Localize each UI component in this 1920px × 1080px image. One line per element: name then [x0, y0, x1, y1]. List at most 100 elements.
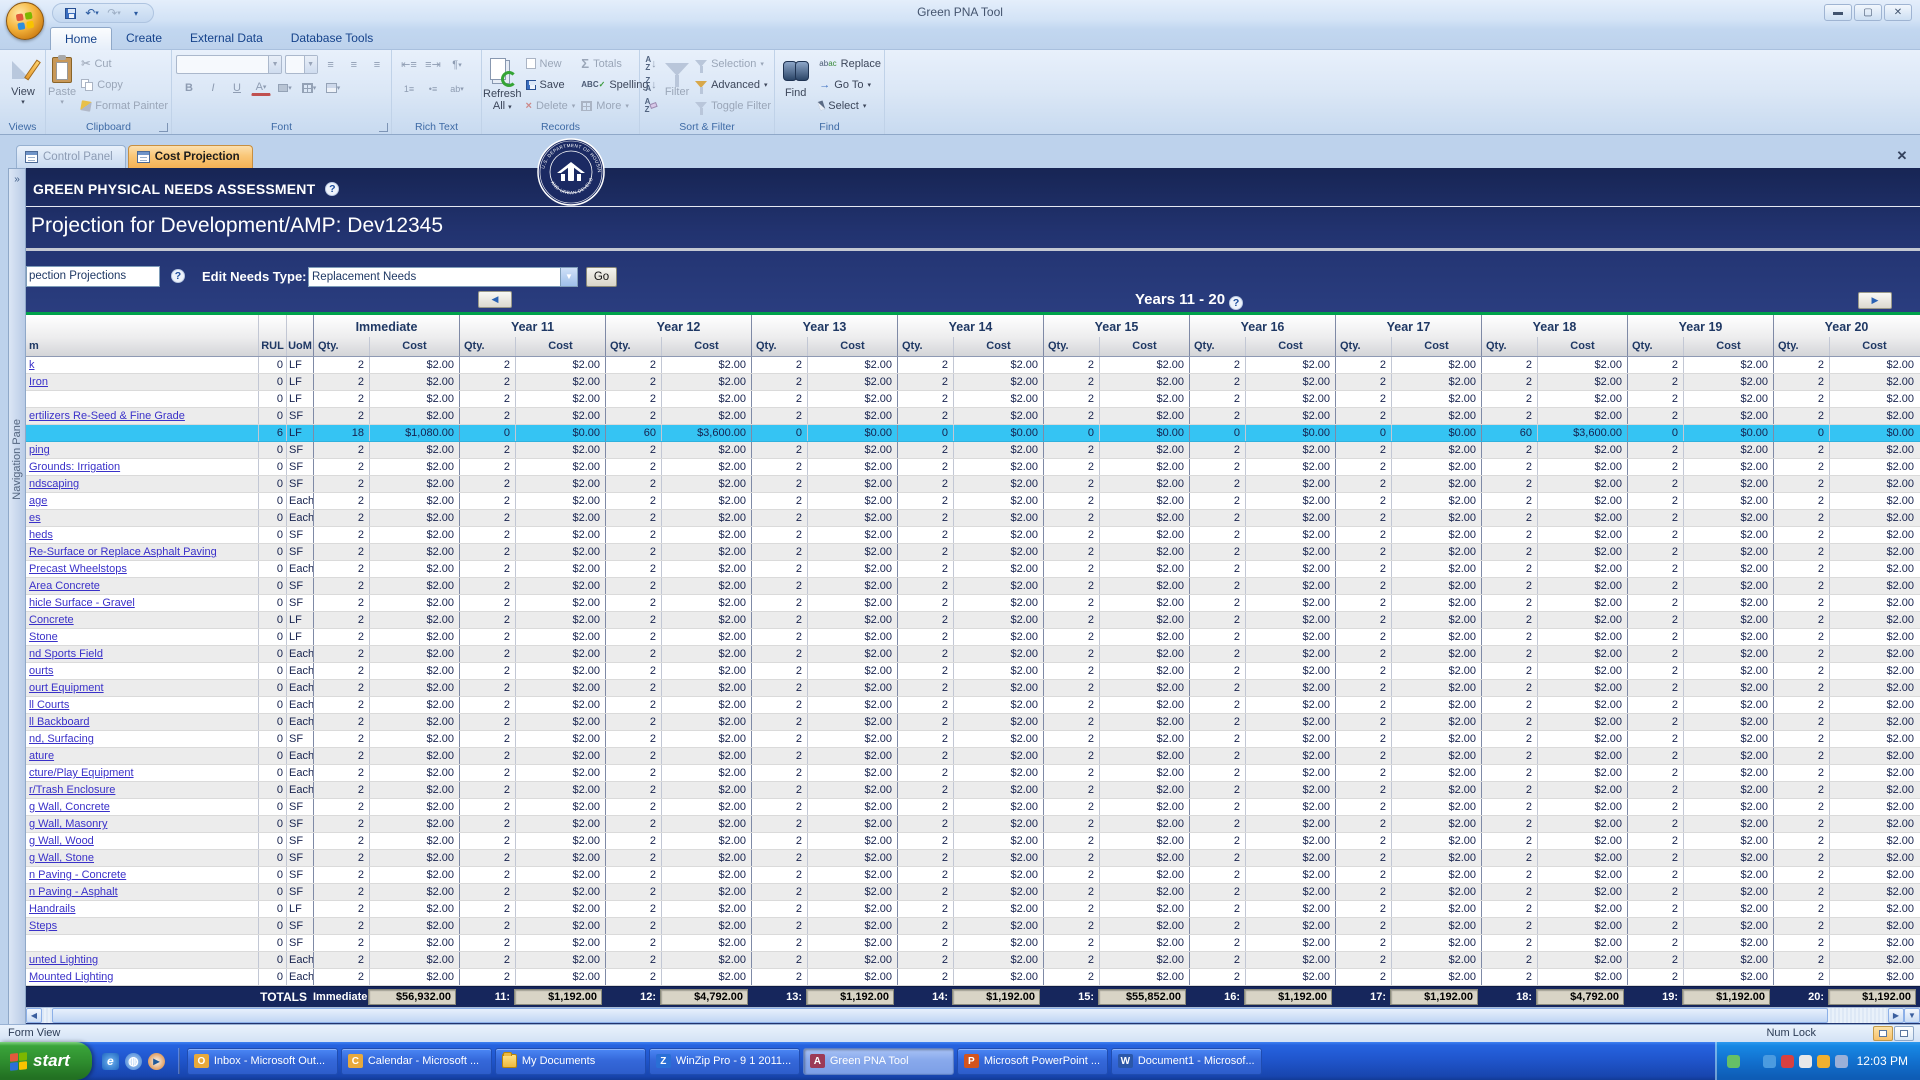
cost-cell[interactable]: $2.00: [807, 901, 897, 917]
cost-cell[interactable]: $0.00: [807, 425, 897, 441]
cost-cell[interactable]: $2.00: [515, 510, 605, 526]
cost-cell[interactable]: $2.00: [1829, 510, 1919, 526]
qty-cell[interactable]: 2: [897, 663, 953, 679]
cost-cell[interactable]: $2.00: [1245, 833, 1335, 849]
item-link[interactable]: Area Concrete: [29, 580, 100, 592]
qty-column-header[interactable]: Qty.: [459, 337, 515, 356]
font-size-combo[interactable]: ▼: [285, 55, 318, 74]
cost-column-header[interactable]: Cost: [1391, 337, 1481, 356]
qty-cell[interactable]: 2: [1043, 391, 1099, 407]
cost-cell[interactable]: $2.00: [807, 544, 897, 560]
underline-button[interactable]: U: [227, 78, 247, 97]
cost-cell[interactable]: $2.00: [953, 595, 1043, 611]
cost-cell[interactable]: $2.00: [1099, 374, 1189, 390]
cost-cell[interactable]: $2.00: [807, 646, 897, 662]
cost-cell[interactable]: $2.00: [1099, 697, 1189, 713]
cost-cell[interactable]: $2.00: [1245, 918, 1335, 934]
qty-cell[interactable]: 2: [605, 493, 661, 509]
cost-cell[interactable]: $2.00: [1537, 442, 1627, 458]
qty-cell[interactable]: 2: [1189, 816, 1245, 832]
cost-cell[interactable]: $2.00: [1537, 714, 1627, 730]
qty-cell[interactable]: 2: [459, 442, 515, 458]
qty-cell[interactable]: 2: [1335, 765, 1391, 781]
cost-cell[interactable]: $2.00: [1245, 612, 1335, 628]
qty-cell[interactable]: 2: [1773, 867, 1829, 883]
cost-cell[interactable]: $2.00: [807, 731, 897, 747]
qty-cell[interactable]: 2: [897, 493, 953, 509]
item-link[interactable]: g Wall, Stone: [29, 852, 94, 864]
cost-cell[interactable]: $2.00: [1683, 731, 1773, 747]
cost-cell[interactable]: $2.00: [953, 357, 1043, 373]
item-link[interactable]: ertilizers Re-Seed & Fine Grade: [29, 410, 185, 422]
tray-icon[interactable]: [1835, 1055, 1848, 1068]
year-group-header[interactable]: Year 19: [1627, 315, 1773, 337]
qty-cell[interactable]: 2: [459, 544, 515, 560]
cost-cell[interactable]: $2.00: [1537, 408, 1627, 424]
cost-cell[interactable]: $2.00: [515, 646, 605, 662]
cost-cell[interactable]: $2.00: [1683, 578, 1773, 594]
cost-cell[interactable]: $2.00: [1391, 680, 1481, 696]
cost-cell[interactable]: $2.00: [661, 884, 751, 900]
qty-cell[interactable]: 2: [313, 765, 369, 781]
taskbar-task-button[interactable]: CCalendar - Microsoft ...: [341, 1048, 492, 1075]
qty-cell[interactable]: 2: [1043, 884, 1099, 900]
qty-cell[interactable]: 2: [1627, 935, 1683, 951]
cost-cell[interactable]: $2.00: [807, 748, 897, 764]
cost-cell[interactable]: $2.00: [1683, 816, 1773, 832]
qty-cell[interactable]: 2: [751, 867, 807, 883]
cost-cell[interactable]: $2.00: [1537, 612, 1627, 628]
cost-cell[interactable]: $2.00: [1683, 714, 1773, 730]
tab-cost-projection[interactable]: Cost Projection: [128, 145, 253, 168]
qty-cell[interactable]: 2: [313, 646, 369, 662]
qty-cell[interactable]: 2: [1189, 374, 1245, 390]
cost-cell[interactable]: $2.00: [1683, 782, 1773, 798]
cost-cell[interactable]: $2.00: [1829, 748, 1919, 764]
qty-cell[interactable]: 2: [1335, 493, 1391, 509]
qty-cell[interactable]: 2: [1043, 833, 1099, 849]
cost-cell[interactable]: $2.00: [1683, 765, 1773, 781]
cost-cell[interactable]: $2.00: [1099, 391, 1189, 407]
cost-cell[interactable]: $2.00: [807, 459, 897, 475]
year-group-header[interactable]: Year 14: [897, 315, 1043, 337]
qty-cell[interactable]: 2: [605, 476, 661, 492]
cost-cell[interactable]: $2.00: [1829, 408, 1919, 424]
cost-cell[interactable]: $2.00: [1683, 527, 1773, 543]
qty-cell[interactable]: 2: [751, 527, 807, 543]
qty-cell[interactable]: 2: [897, 544, 953, 560]
qty-cell[interactable]: 2: [1481, 714, 1537, 730]
qty-cell[interactable]: 2: [751, 935, 807, 951]
cost-cell[interactable]: $2.00: [953, 884, 1043, 900]
qty-cell[interactable]: 2: [1043, 731, 1099, 747]
cost-cell[interactable]: $2.00: [369, 697, 459, 713]
qty-cell[interactable]: 2: [459, 833, 515, 849]
qty-cell[interactable]: 2: [605, 765, 661, 781]
cost-cell[interactable]: $2.00: [1829, 833, 1919, 849]
cost-cell[interactable]: $2.00: [1099, 629, 1189, 645]
cost-cell[interactable]: $2.00: [953, 680, 1043, 696]
tray-icon[interactable]: [1727, 1055, 1740, 1068]
qty-cell[interactable]: 2: [1627, 833, 1683, 849]
qty-cell[interactable]: 2: [751, 680, 807, 696]
cost-cell[interactable]: $2.00: [953, 748, 1043, 764]
cost-cell[interactable]: $2.00: [1537, 697, 1627, 713]
qty-cell[interactable]: 2: [1043, 765, 1099, 781]
qty-cell[interactable]: 2: [1481, 918, 1537, 934]
cost-cell[interactable]: $2.00: [369, 799, 459, 815]
qty-cell[interactable]: 2: [1189, 442, 1245, 458]
qty-cell[interactable]: 2: [897, 510, 953, 526]
cost-cell[interactable]: $2.00: [661, 952, 751, 968]
tray-icon[interactable]: [1745, 1055, 1758, 1068]
cost-cell[interactable]: $2.00: [1245, 663, 1335, 679]
qty-cell[interactable]: 2: [1481, 697, 1537, 713]
qty-cell[interactable]: 2: [605, 510, 661, 526]
qty-cell[interactable]: 2: [1043, 357, 1099, 373]
cost-cell[interactable]: $2.00: [1099, 612, 1189, 628]
align-center-icon[interactable]: ≡: [345, 55, 363, 74]
item-link[interactable]: ll Courts: [29, 699, 69, 711]
cost-cell[interactable]: $2.00: [807, 357, 897, 373]
cost-cell[interactable]: $2.00: [1683, 646, 1773, 662]
cost-column-header[interactable]: Cost: [515, 337, 605, 356]
cost-column-header[interactable]: Cost: [661, 337, 751, 356]
qty-cell[interactable]: 2: [605, 782, 661, 798]
qty-cell[interactable]: 2: [1627, 357, 1683, 373]
